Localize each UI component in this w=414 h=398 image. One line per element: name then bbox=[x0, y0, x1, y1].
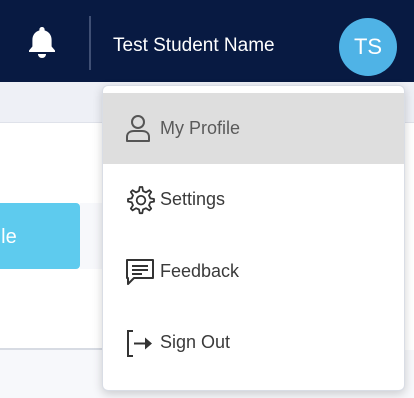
user-dropdown-menu: My Profile Settings Feedback Sign Out bbox=[102, 85, 405, 391]
gear-icon bbox=[124, 184, 156, 216]
bell-icon[interactable] bbox=[27, 25, 57, 59]
person-icon bbox=[124, 113, 156, 145]
profile-card-label: Profile bbox=[0, 226, 17, 248]
menu-item-sign-out[interactable]: Sign Out bbox=[103, 307, 404, 378]
user-name[interactable]: Test Student Name bbox=[113, 35, 275, 57]
card-spacer bbox=[80, 203, 102, 269]
profile-card-button[interactable]: Profile bbox=[0, 203, 80, 269]
feedback-icon bbox=[124, 256, 156, 288]
top-navigation-bar: Test Student Name TS bbox=[0, 0, 414, 82]
menu-item-label: Sign Out bbox=[160, 332, 231, 352]
menu-item-feedback[interactable]: Feedback bbox=[103, 236, 404, 307]
menu-item-label: Settings bbox=[160, 189, 226, 209]
menu-item-my-profile[interactable]: My Profile bbox=[103, 93, 404, 164]
menu-item-label: My Profile bbox=[160, 118, 241, 138]
menu-item-settings[interactable]: Settings bbox=[103, 164, 404, 235]
sign-out-icon bbox=[124, 327, 156, 359]
menu-item-label: Feedback bbox=[160, 261, 240, 281]
user-avatar[interactable]: TS bbox=[339, 18, 397, 76]
header-divider bbox=[89, 16, 91, 70]
